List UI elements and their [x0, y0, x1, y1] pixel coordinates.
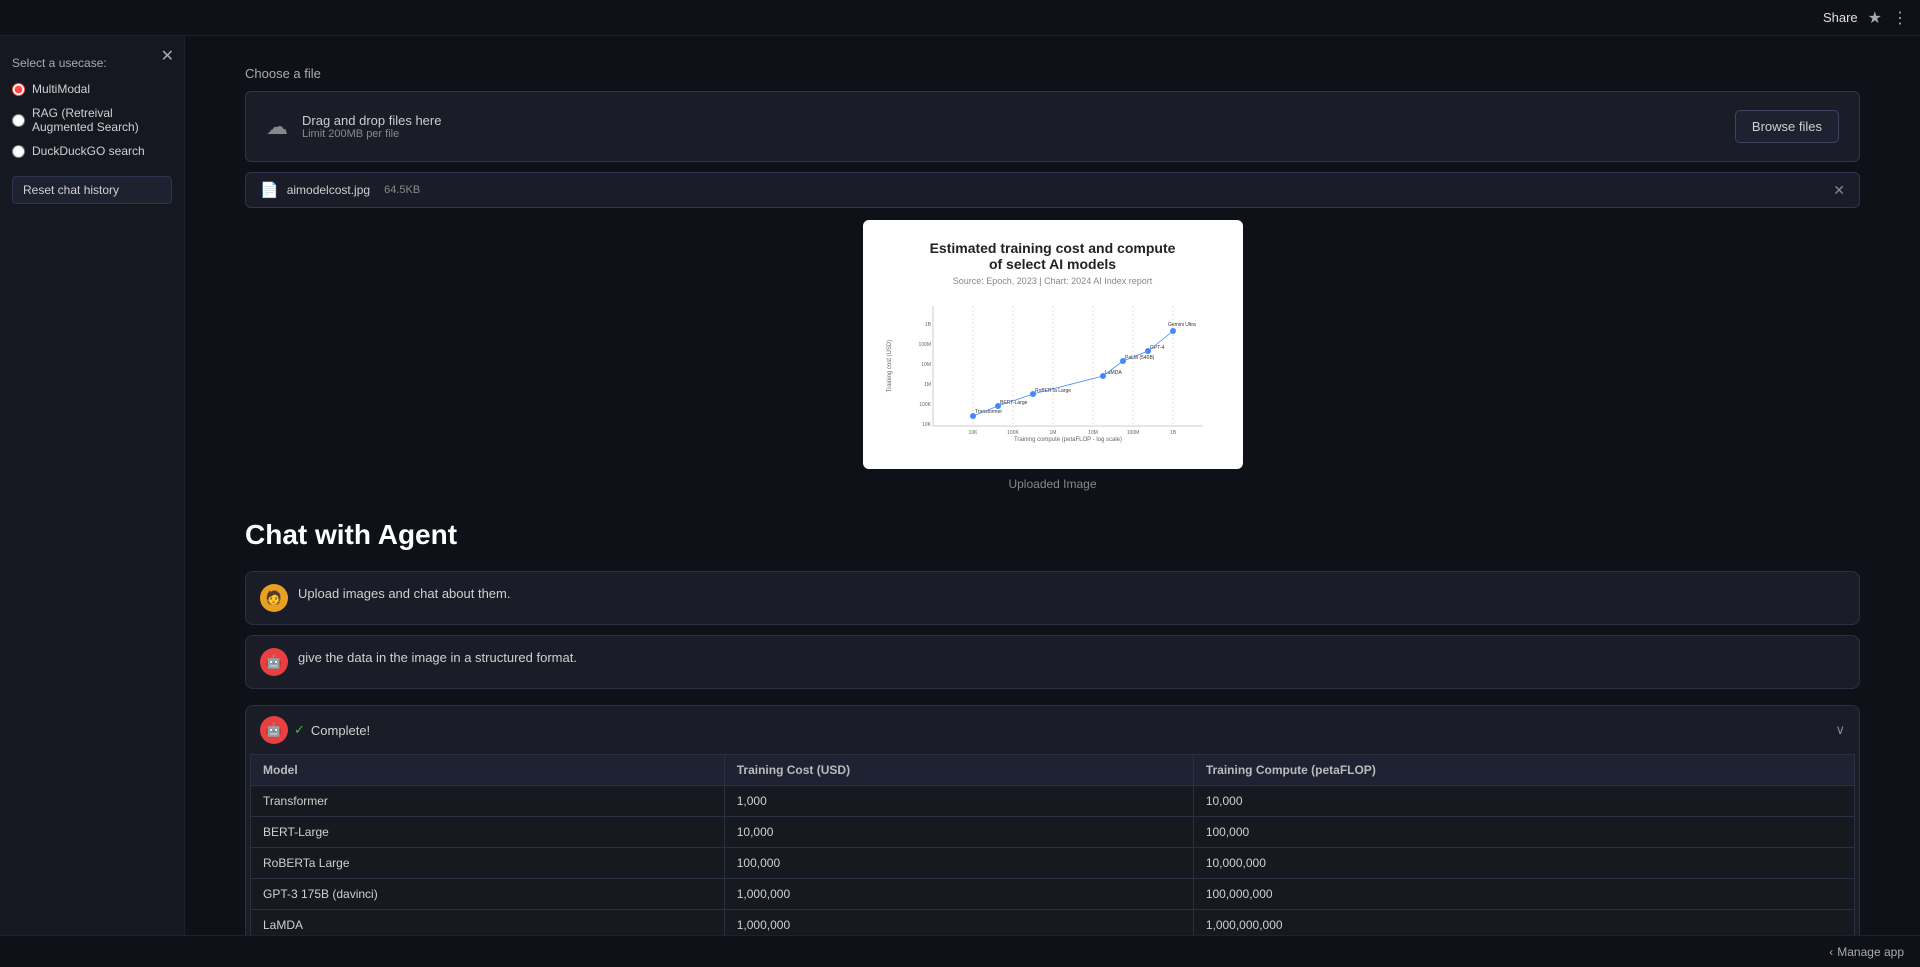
table-cell: LaMDA: [251, 910, 725, 936]
svg-text:Training cost (USD): Training cost (USD): [887, 340, 893, 392]
table-cell: 1,000,000: [724, 910, 1193, 936]
svg-text:100K: 100K: [1007, 430, 1019, 436]
radio-multimodal[interactable]: [12, 83, 25, 96]
table-cell: 1,000,000: [724, 879, 1193, 910]
svg-text:1B: 1B: [924, 322, 931, 328]
data-table: Model Training Cost (USD) Training Compu…: [250, 754, 1855, 935]
svg-text:Gemini Ultra: Gemini Ultra: [1168, 322, 1196, 328]
back-icon: ‹: [1829, 945, 1833, 959]
file-remove-icon[interactable]: ✕: [1833, 182, 1845, 199]
file-type-icon: 📄: [260, 181, 279, 199]
chat-text-2: give the data in the image in a structur…: [298, 648, 1845, 668]
dropzone: ☁ Drag and drop files here Limit 200MB p…: [245, 91, 1860, 162]
svg-text:10K: 10K: [922, 422, 932, 428]
col-header-model: Model: [251, 755, 725, 786]
svg-text:Training compute (petaFLOP - l: Training compute (petaFLOP - log scale): [1013, 437, 1121, 443]
table-cell: Transformer: [251, 786, 725, 817]
table-row: LaMDA1,000,0001,000,000,000: [251, 910, 1855, 936]
table-row: GPT-3 175B (davinci)1,000,000100,000,000: [251, 879, 1855, 910]
browse-files-button[interactable]: Browse files: [1735, 110, 1839, 143]
radio-item-multimodal[interactable]: MultiModal: [12, 82, 172, 96]
table-cell: 10,000: [1193, 786, 1854, 817]
share-button[interactable]: Share: [1823, 10, 1858, 25]
dropzone-text-group: Drag and drop files here Limit 200MB per…: [302, 113, 441, 140]
manage-app-label: Manage app: [1837, 945, 1904, 959]
table-cell: RoBERTa Large: [251, 848, 725, 879]
svg-text:100K: 100K: [919, 402, 931, 408]
avatar-user-1: 🧑: [260, 584, 288, 612]
menu-icon[interactable]: ⋮: [1892, 8, 1908, 28]
manage-app-button[interactable]: ‹ Manage app: [1829, 945, 1904, 959]
chart-title: Estimated training cost and computeof se…: [883, 240, 1223, 272]
choose-file-label: Choose a file: [245, 66, 1860, 81]
avatar-bot-2: 🤖: [260, 648, 288, 676]
chart-subtitle: Source: Epoch, 2023 | Chart: 2024 AI Ind…: [883, 276, 1223, 286]
chat-text-1: Upload images and chat about them.: [298, 584, 1845, 604]
check-icon: ✓: [294, 722, 305, 738]
uploaded-label: Uploaded Image: [245, 477, 1860, 491]
file-item: 📄 aimodelcost.jpg 64.5KB ✕: [245, 172, 1860, 208]
svg-text:10M: 10M: [1088, 430, 1098, 436]
table-cell: 100,000: [1193, 817, 1854, 848]
file-size: 64.5KB: [384, 184, 420, 196]
upload-cloud-icon: ☁: [266, 114, 288, 140]
dropzone-main-text: Drag and drop files here: [302, 113, 441, 128]
table-row: BERT-Large10,000100,000: [251, 817, 1855, 848]
radio-label-multimodal: MultiModal: [32, 82, 90, 96]
chat-messages: 🧑 Upload images and chat about them. 🤖 g…: [245, 571, 1860, 689]
avatar-bot-complete: 🤖: [260, 716, 288, 744]
table-row: Transformer1,00010,000: [251, 786, 1855, 817]
content-area: Choose a file ☁ Drag and drop files here…: [185, 36, 1920, 935]
reset-chat-button[interactable]: Reset chat history: [12, 176, 172, 204]
table-cell: 100,000: [724, 848, 1193, 879]
sidebar: ✕ Select a usecase: MultiModal RAG (Retr…: [0, 36, 185, 935]
svg-text:10M: 10M: [921, 362, 931, 368]
svg-text:100M: 100M: [918, 342, 931, 348]
table-container: Model Training Cost (USD) Training Compu…: [246, 754, 1859, 935]
table-cell: GPT-3 175B (davinci): [251, 879, 725, 910]
star-icon[interactable]: ★: [1868, 8, 1882, 28]
table-cell: 100,000,000: [1193, 879, 1854, 910]
dropzone-sub-text: Limit 200MB per file: [302, 128, 441, 140]
file-name: aimodelcost.jpg: [287, 183, 370, 197]
image-preview-wrapper: Estimated training cost and computeof se…: [863, 220, 1243, 469]
file-item-left: 📄 aimodelcost.jpg 64.5KB: [260, 181, 420, 199]
chat-title: Chat with Agent: [245, 519, 1860, 551]
chevron-down-icon: ∨: [1835, 722, 1845, 738]
chat-message-2: 🤖 give the data in the image in a struct…: [245, 635, 1860, 689]
bottom-bar: ‹ Manage app: [0, 935, 1920, 967]
svg-text:1M: 1M: [1049, 430, 1056, 436]
table-cell: 1,000,000,000: [1193, 910, 1854, 936]
complete-wrapper: 🤖 ✓ Complete! ∨ Model Training Cost (USD…: [245, 705, 1860, 935]
table-row: RoBERTa Large100,00010,000,000: [251, 848, 1855, 879]
radio-rag[interactable]: [12, 114, 25, 127]
dropzone-left: ☁ Drag and drop files here Limit 200MB p…: [266, 113, 441, 140]
col-header-cost: Training Cost (USD): [724, 755, 1193, 786]
radio-item-rag[interactable]: RAG (Retreival Augmented Search): [12, 106, 172, 134]
main-layout: ✕ Select a usecase: MultiModal RAG (Retr…: [0, 36, 1920, 935]
radio-group: MultiModal RAG (Retreival Augmented Sear…: [12, 82, 172, 158]
svg-text:1B: 1B: [1169, 430, 1176, 436]
col-header-compute: Training Compute (petaFLOP): [1193, 755, 1854, 786]
radio-duckduckgo[interactable]: [12, 145, 25, 158]
table-cell: 10,000: [724, 817, 1193, 848]
complete-badge: 🤖 ✓ Complete!: [260, 716, 370, 744]
radio-label-duckduckgo: DuckDuckGO search: [32, 144, 145, 158]
svg-text:10K: 10K: [968, 430, 978, 436]
chat-message-1: 🧑 Upload images and chat about them.: [245, 571, 1860, 625]
radio-label-rag: RAG (Retreival Augmented Search): [32, 106, 172, 134]
complete-label: Complete!: [311, 723, 370, 738]
top-bar-actions: Share ★ ⋮: [1823, 8, 1908, 28]
close-icon[interactable]: ✕: [161, 46, 174, 66]
complete-header[interactable]: 🤖 ✓ Complete! ∨: [246, 706, 1859, 754]
table-cell: 1,000: [724, 786, 1193, 817]
svg-text:1M: 1M: [924, 382, 931, 388]
svg-text:100M: 100M: [1126, 430, 1139, 436]
radio-item-duckduckgo[interactable]: DuckDuckGO search: [12, 144, 172, 158]
top-bar: Share ★ ⋮: [0, 0, 1920, 36]
sidebar-section-title: Select a usecase:: [12, 56, 172, 70]
table-cell: BERT-Large: [251, 817, 725, 848]
table-cell: 10,000,000: [1193, 848, 1854, 879]
chart-svg: Training cost (USD) Training compute (pe…: [883, 296, 1223, 446]
